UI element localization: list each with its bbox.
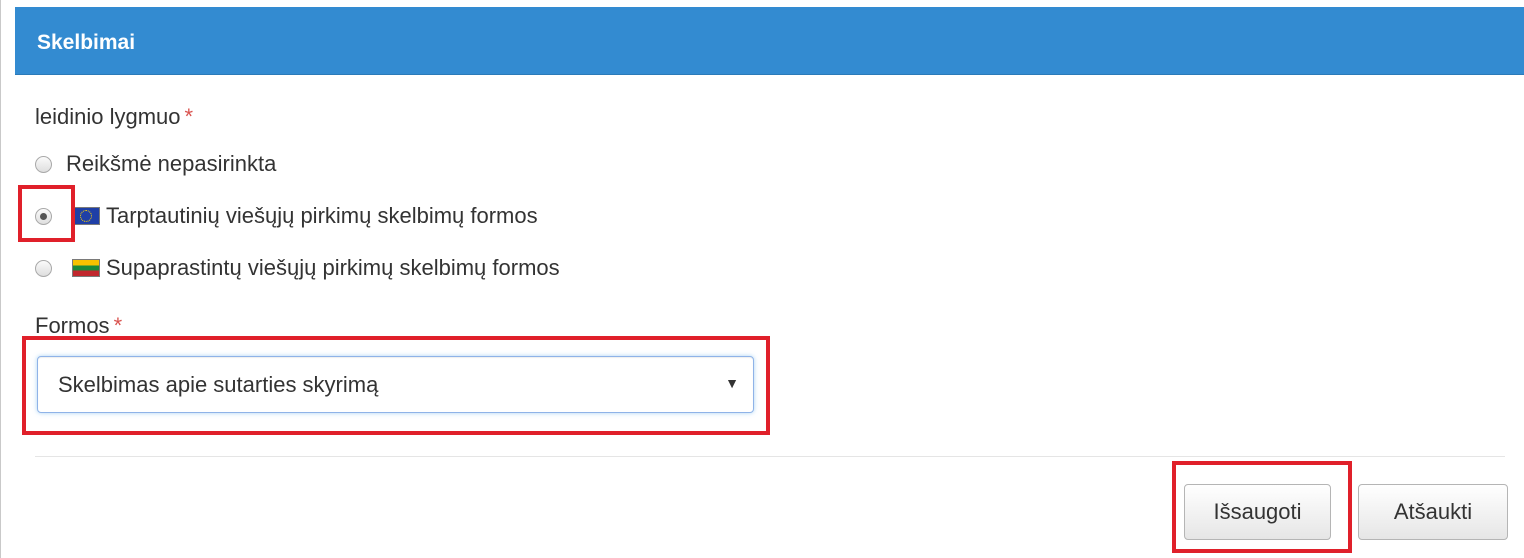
radio-button-selected[interactable]: [35, 207, 52, 225]
radio-label: Reikšmė nepasirinkta: [66, 151, 277, 176]
cancel-button[interactable]: Atšaukti: [1358, 484, 1508, 540]
radio-label: Tarptautinių viešųjų pirkimų skelbimų fo…: [106, 203, 538, 228]
level-field-label: leidinio lygmuo *: [35, 104, 193, 130]
lithuania-flag-icon: [72, 259, 100, 277]
dialog: Skelbimai leidinio lygmuo * Reikšmė nepas…: [0, 0, 1524, 558]
forms-field-label: Formos *: [35, 313, 122, 339]
dialog-header: Skelbimai: [15, 7, 1524, 75]
save-button[interactable]: Išsaugoti: [1184, 484, 1331, 540]
required-asterisk: *: [184, 104, 194, 129]
footer-divider: [35, 456, 1505, 457]
chevron-down-icon: ▼: [725, 375, 739, 391]
radio-button[interactable]: [35, 155, 52, 173]
radio-label: Supaprastintų viešųjų pirkimų skelbimų f…: [106, 255, 560, 280]
forms-select-value: Skelbimas apie sutarties skyrimą: [58, 372, 379, 397]
forms-label-text: Formos: [35, 313, 110, 338]
level-label-text: leidinio lygmuo: [35, 104, 181, 129]
radio-option-not-selected[interactable]: Reikšmė nepasirinkta: [35, 149, 276, 179]
radio-dot: [40, 212, 47, 220]
dialog-title: Skelbimai: [37, 31, 136, 54]
radio-option-international[interactable]: Tarptautinių viešųjų pirkimų skelbimų fo…: [35, 201, 538, 231]
required-asterisk: *: [113, 313, 123, 338]
radio-option-simplified[interactable]: Supaprastintų viešųjų pirkimų skelbimų f…: [35, 253, 560, 283]
radio-button[interactable]: [35, 259, 52, 277]
forms-select[interactable]: Skelbimas apie sutarties skyrimą ▼: [37, 356, 754, 413]
eu-flag-icon: [72, 207, 100, 225]
